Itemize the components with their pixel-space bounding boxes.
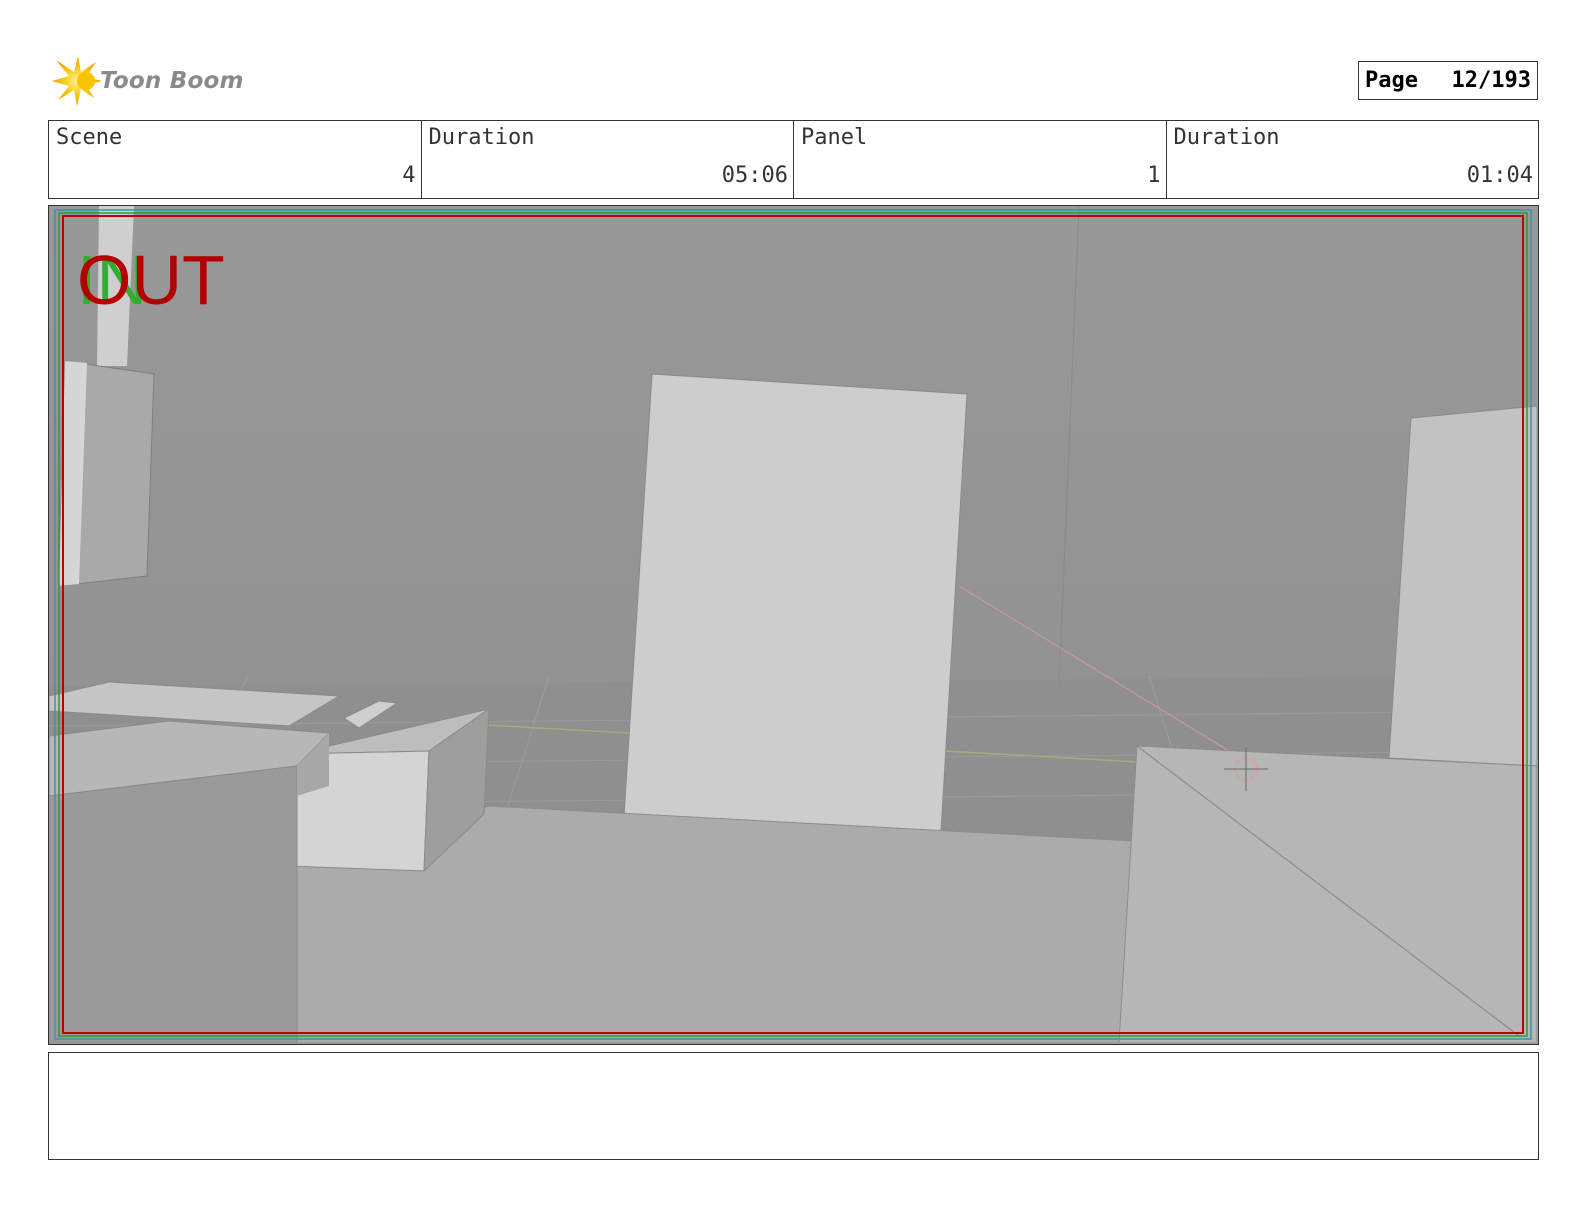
scene-value: 4 — [402, 163, 416, 188]
right-wall-block — [1388, 405, 1537, 767]
counter-front — [49, 765, 298, 1043]
scene-duration-cell: Duration 05:06 — [422, 121, 794, 198]
3d-scene-render: IN OUT — [49, 206, 1537, 1043]
panel-duration-cell: Duration 01:04 — [1167, 121, 1539, 198]
page-number: 12/193 — [1451, 68, 1531, 93]
page-label: Page — [1365, 68, 1418, 93]
scene-duration-label: Duration — [428, 125, 535, 150]
panel-label: Panel — [801, 125, 868, 150]
panel-cell: Panel 1 — [794, 121, 1167, 198]
toon-boom-logo: Toon Boom — [50, 54, 250, 108]
starburst-logo-icon — [52, 56, 102, 106]
page-indicator: Page 12/193 — [1358, 61, 1538, 100]
out-marker: OUT — [77, 241, 225, 319]
panel-value: 1 — [1147, 163, 1161, 188]
scene-label: Scene — [56, 125, 123, 150]
panel-info-table: Scene 4 Duration 05:06 Panel 1 Duration … — [48, 120, 1539, 199]
panel-duration-label: Duration — [1173, 125, 1280, 150]
center-panel-object — [623, 373, 968, 832]
scene-duration-value: 05:06 — [721, 163, 788, 188]
panel-image: IN OUT — [48, 205, 1539, 1045]
logo-text: Toon Boom — [100, 68, 244, 94]
scene-cell: Scene 4 — [49, 121, 422, 198]
right-front-block — [1118, 745, 1537, 1043]
panel-notes — [48, 1052, 1539, 1160]
panel-duration-value: 01:04 — [1466, 163, 1533, 188]
